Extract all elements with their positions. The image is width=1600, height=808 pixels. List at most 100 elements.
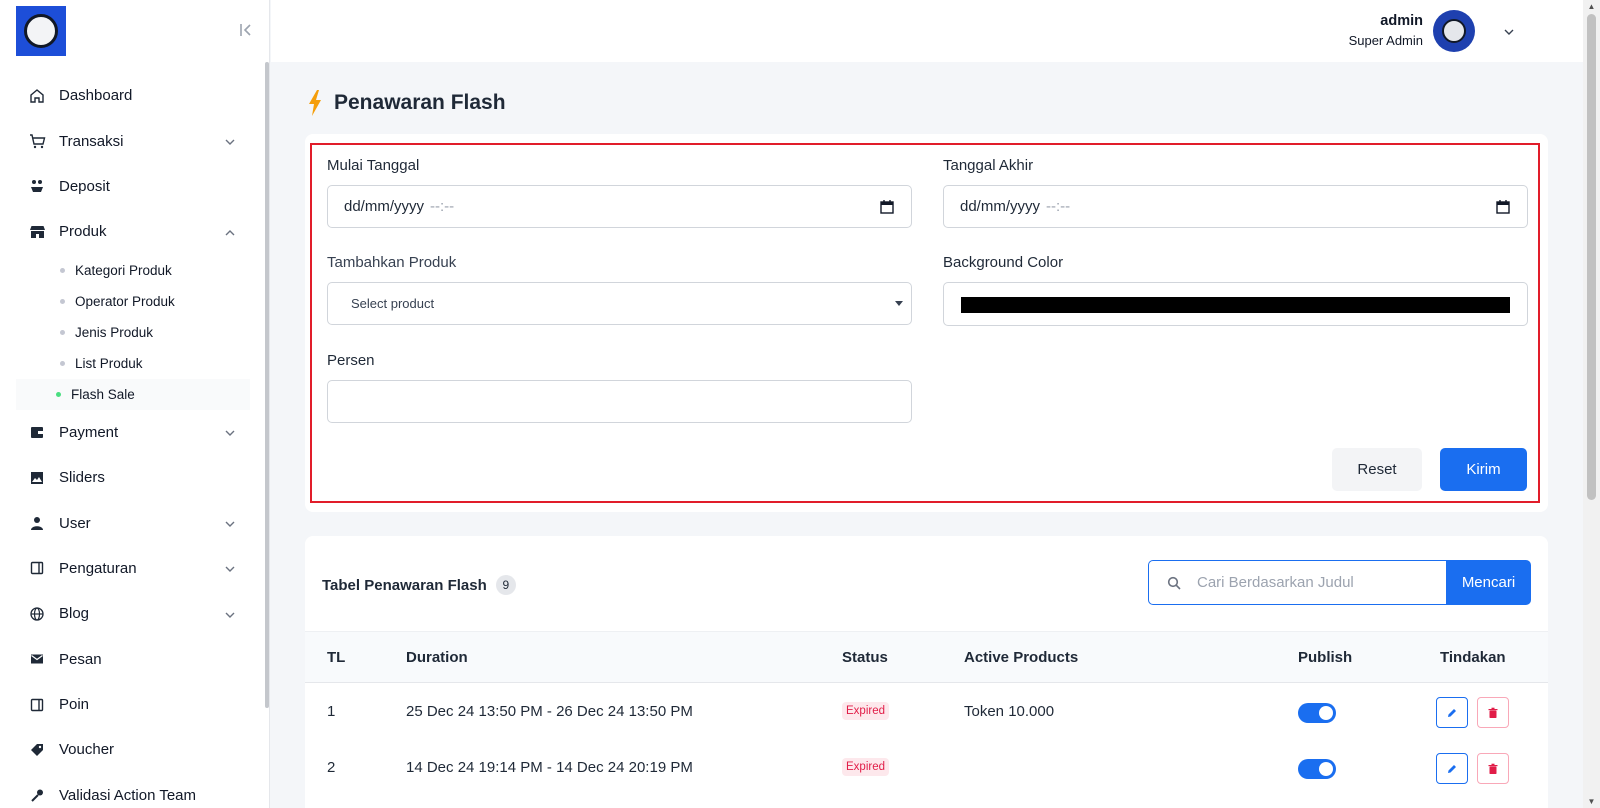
page-header: Penawaran Flash xyxy=(308,90,506,116)
sidebar-item-label: Pengaturan xyxy=(59,559,137,577)
status-badge: Expired xyxy=(842,702,889,720)
count-badge: 9 xyxy=(495,575,516,595)
sidebar-subitem-flash-sale[interactable]: Flash Sale xyxy=(16,378,250,410)
search-box xyxy=(1148,560,1446,605)
sidebar-item-sliders[interactable]: Sliders xyxy=(16,455,250,500)
sidebar-item-label: User xyxy=(59,514,91,532)
percent-label: Persen xyxy=(327,352,375,369)
collapse-sidebar-icon[interactable] xyxy=(236,20,256,40)
sidebar-item-label: Dashboard xyxy=(59,87,133,105)
globe-icon xyxy=(28,605,46,623)
start-date-input[interactable]: dd/mm/yyyy --:-- xyxy=(327,185,912,228)
lightning-bolt-icon xyxy=(308,90,322,116)
search-icon xyxy=(1167,576,1181,590)
color-swatch xyxy=(961,297,1510,313)
sidebar-item-validasi-action-team[interactable]: Validasi Action Team xyxy=(16,773,250,808)
sidebar-subitem-label: Kategori Produk xyxy=(75,262,172,278)
chevron-down-icon xyxy=(224,135,236,147)
sidebar-item-user[interactable]: User xyxy=(16,500,250,545)
avatar[interactable] xyxy=(1433,10,1475,52)
chevron-down-icon xyxy=(224,517,236,529)
column-header-tl: TL xyxy=(327,649,346,666)
scroll-up-arrow-icon[interactable]: ▲ xyxy=(1587,2,1596,11)
pencil-icon xyxy=(1448,708,1456,717)
pencil-icon xyxy=(1448,764,1456,773)
sidebar-scrollbar[interactable] xyxy=(265,62,269,708)
table-header: TL Duration Status Active Products Publi… xyxy=(305,631,1548,683)
product-select[interactable]: Select product xyxy=(327,282,912,325)
scrollbar-thumb[interactable] xyxy=(1587,14,1596,500)
end-date-label: Tanggal Akhir xyxy=(943,157,1034,174)
page-title: Penawaran Flash xyxy=(334,91,506,114)
background-color-label: Background Color xyxy=(943,254,1064,271)
sidebar-subitem-kategori-produk[interactable]: Kategori Produk xyxy=(60,255,250,286)
app-logo[interactable] xyxy=(16,6,66,56)
background-color-picker[interactable] xyxy=(943,282,1528,326)
user-icon xyxy=(28,514,46,532)
sidebar-item-payment[interactable]: Payment xyxy=(16,410,250,455)
sidebar-item-label: Payment xyxy=(59,423,119,441)
sidebar-item-dashboard[interactable]: Dashboard xyxy=(16,73,250,118)
sidebar-item-pesan[interactable]: Pesan xyxy=(16,637,250,682)
sidebar-subitem-list-produk[interactable]: List Produk xyxy=(60,348,250,379)
sidebar-item-produk[interactable]: Produk xyxy=(16,209,250,254)
table-title-wrap: Tabel Penawaran Flash 9 xyxy=(322,575,516,595)
cell-duration: 14 Dec 24 19:14 PM - 14 Dec 24 20:19 PM xyxy=(406,759,693,776)
page-scrollbar[interactable]: ▲ ▼ xyxy=(1583,0,1600,808)
delete-button[interactable] xyxy=(1477,753,1509,784)
edit-button[interactable] xyxy=(1436,697,1468,728)
sidebar-subitem-operator-produk[interactable]: Operator Produk xyxy=(60,286,250,317)
table-row: 2 14 Dec 24 19:14 PM - 14 Dec 24 20:19 P… xyxy=(305,740,1548,796)
user-menu-chevron-down-icon[interactable] xyxy=(1503,25,1515,37)
sidebar-nav: Dashboard Transaksi Deposit Produk Kateg… xyxy=(16,73,250,808)
sidebar-item-label: Blog xyxy=(59,605,90,623)
search-input[interactable] xyxy=(1197,574,1427,591)
submit-button[interactable]: Kirim xyxy=(1440,448,1527,491)
image-icon xyxy=(28,469,46,487)
store-icon xyxy=(28,223,46,241)
column-header-publish: Publish xyxy=(1298,649,1353,666)
wallet-icon xyxy=(28,423,46,441)
sidebar-item-transaksi[interactable]: Transaksi xyxy=(16,118,250,163)
sidebar-item-pengaturan[interactable]: Pengaturan xyxy=(16,546,250,591)
chevron-down-icon xyxy=(224,608,236,620)
settings-panel-icon xyxy=(28,559,46,577)
sidebar-item-label: Voucher xyxy=(59,741,115,759)
cart-icon xyxy=(28,132,46,150)
sidebar-subitem-label: List Produk xyxy=(75,355,143,371)
calendar-icon[interactable] xyxy=(879,199,895,215)
scroll-down-arrow-icon[interactable]: ▼ xyxy=(1587,797,1596,806)
end-date-input[interactable]: dd/mm/yyyy --:-- xyxy=(943,185,1528,228)
sidebar-item-deposit[interactable]: Deposit xyxy=(16,164,250,209)
calendar-icon[interactable] xyxy=(1495,199,1511,215)
wrench-icon xyxy=(28,786,46,804)
sidebar-subitem-label: Jenis Produk xyxy=(75,324,154,340)
sidebar-item-voucher[interactable]: Voucher xyxy=(16,727,250,772)
end-time-value: --:-- xyxy=(1046,198,1071,215)
start-date-value: dd/mm/yyyy xyxy=(344,198,425,215)
column-header-status: Status xyxy=(842,649,888,666)
delete-button[interactable] xyxy=(1477,697,1509,728)
caret-down-icon xyxy=(895,301,903,306)
chevron-down-icon xyxy=(224,562,236,574)
search-button[interactable]: Mencari xyxy=(1446,560,1531,605)
tag-icon xyxy=(28,741,46,759)
percent-input[interactable] xyxy=(327,380,912,423)
publish-toggle[interactable] xyxy=(1298,703,1336,723)
sidebar-item-poin[interactable]: Poin xyxy=(16,682,250,727)
add-product-label: Tambahkan Produk xyxy=(327,254,457,271)
sidebar-subitem-jenis-produk[interactable]: Jenis Produk xyxy=(60,317,250,348)
status-badge: Expired xyxy=(842,758,889,776)
deposit-icon xyxy=(28,177,46,195)
start-date-label: Mulai Tanggal xyxy=(327,157,420,174)
edit-button[interactable] xyxy=(1436,753,1468,784)
reset-button[interactable]: Reset xyxy=(1332,448,1422,491)
cell-tl: 2 xyxy=(327,759,336,776)
produk-submenu: Kategori Produk Operator Produk Jenis Pr… xyxy=(16,255,250,410)
table-title: Tabel Penawaran Flash xyxy=(322,576,487,594)
bullet-dot xyxy=(60,298,65,304)
sidebar-item-blog[interactable]: Blog xyxy=(16,591,250,636)
table-row: 1 25 Dec 24 13:50 PM - 26 Dec 24 13:50 P… xyxy=(305,684,1548,740)
bullet-dot xyxy=(60,329,65,335)
publish-toggle[interactable] xyxy=(1298,759,1336,779)
